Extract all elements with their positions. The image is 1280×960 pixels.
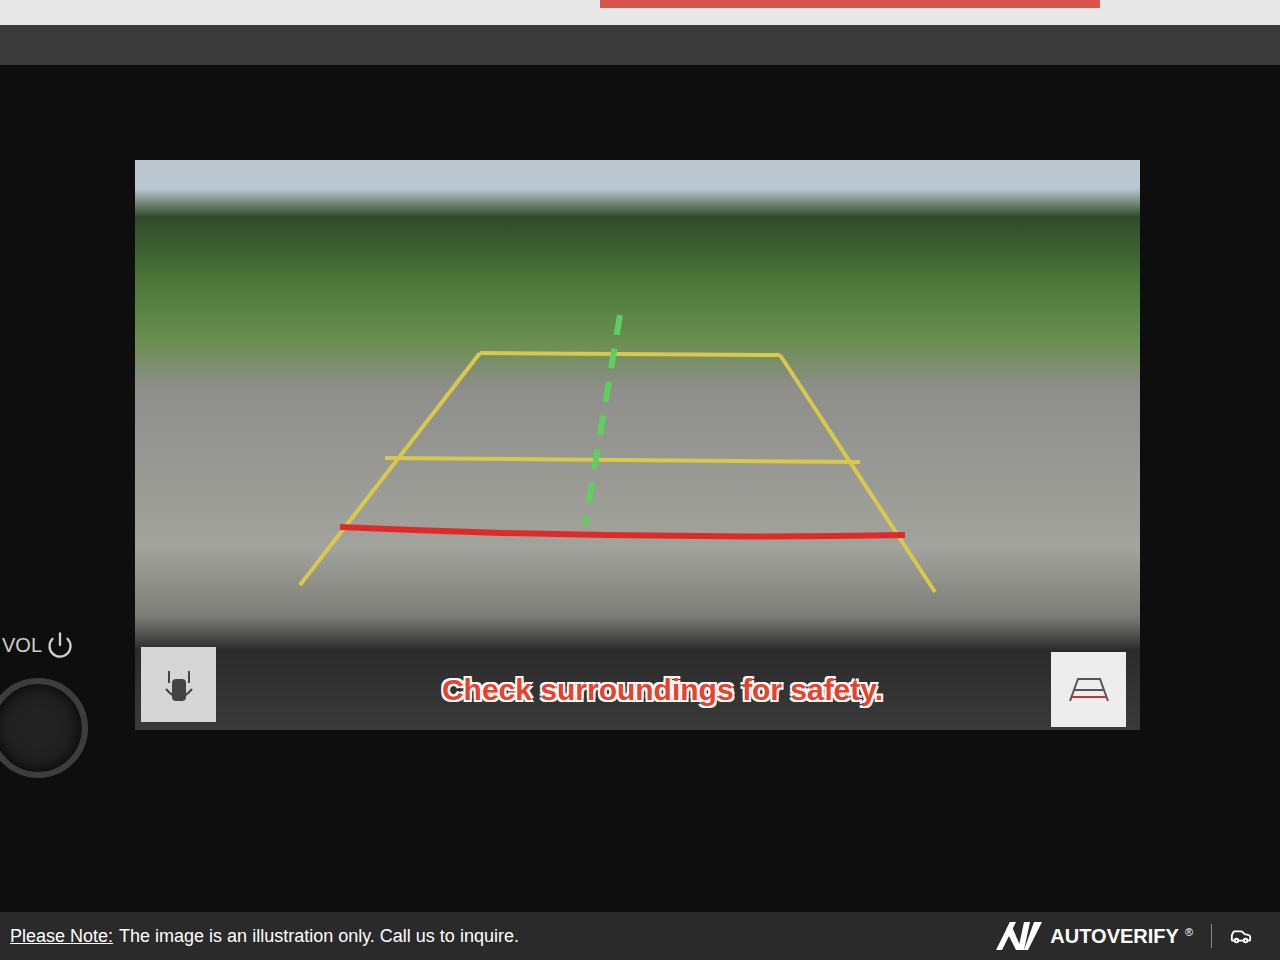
- autoverify-mark-icon: [994, 920, 1044, 952]
- footer-separator: [1211, 924, 1212, 948]
- parking-guide-lines: [135, 160, 1140, 730]
- top-strip: [0, 0, 1280, 25]
- autoverify-logo: AUTOVERIFY®: [994, 920, 1193, 952]
- power-icon: [46, 631, 74, 659]
- volume-knob[interactable]: [0, 678, 88, 778]
- footer-bar: Please Note:The image is an illustration…: [0, 912, 1280, 960]
- car-sensor-icon: [164, 665, 194, 705]
- camera-screen: Check surroundings for safety.: [135, 160, 1140, 730]
- car-icon: [1230, 925, 1252, 947]
- page: VOLCheck surroundings for safety. Please …: [0, 0, 1280, 960]
- bezel: VOLCheck surroundings for safety.: [0, 25, 1280, 912]
- parking-guide-icon: [1066, 675, 1112, 705]
- safety-warning: Check surroundings for safety.: [135, 667, 1140, 712]
- guide-view-button[interactable]: [1051, 652, 1126, 727]
- sensor-view-button[interactable]: [141, 647, 216, 722]
- left-controls: VOL: [0, 65, 135, 912]
- footer-note: Please Note:The image is an illustration…: [10, 923, 519, 950]
- volume-label: VOL: [0, 630, 135, 660]
